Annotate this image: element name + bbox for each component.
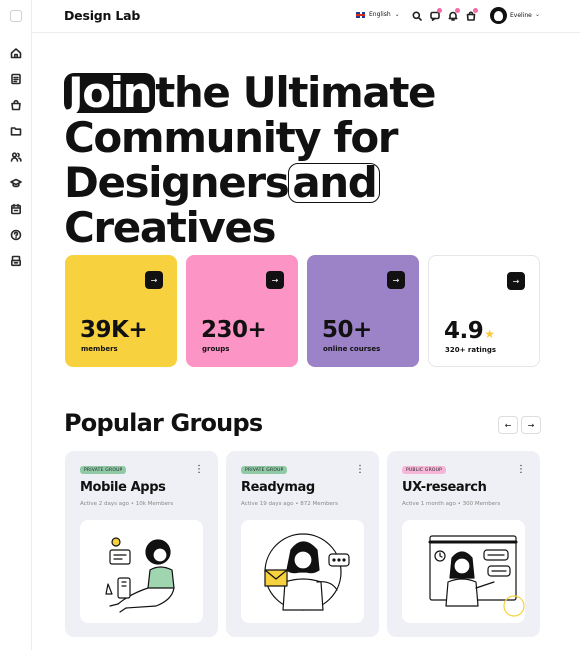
home-icon[interactable]	[9, 46, 23, 60]
person-at-screen-illustration	[428, 535, 525, 617]
hero-line-3: Designersand	[64, 160, 435, 205]
calendar-icon[interactable]	[9, 202, 23, 216]
stat-value: 4.9★	[444, 318, 495, 344]
document-icon[interactable]	[9, 72, 23, 86]
sidebar	[0, 0, 32, 650]
group-title[interactable]: Mobile Apps	[80, 480, 166, 495]
stat-value: 50+	[322, 317, 372, 343]
hero-line-4: Creatives	[64, 203, 277, 252]
notification-dot	[437, 8, 442, 13]
hero-highlight-and: and	[288, 162, 381, 204]
archive-icon[interactable]	[9, 254, 23, 268]
notification-dot	[473, 8, 478, 13]
chat-icon[interactable]	[429, 8, 442, 22]
top-header: Design Lab English ⌄ Eveline ⌄	[32, 0, 580, 33]
group-meta: Active 2 days ago • 10k Members	[80, 501, 174, 507]
chevron-down-icon[interactable]: ⌄	[535, 11, 540, 18]
notification-dot	[455, 8, 460, 13]
previous-button[interactable]: ←	[498, 416, 518, 434]
hero-line-2: Community for	[64, 113, 399, 162]
user-name[interactable]: Eveline	[510, 12, 532, 19]
language-selector[interactable]: English ⌄	[356, 11, 400, 18]
graduation-cap-icon[interactable]	[9, 176, 23, 190]
bag-icon[interactable]	[9, 98, 23, 112]
stat-card-courses[interactable]: → 50+ online courses	[307, 255, 419, 367]
group-badge: PRIVATE GROUP	[80, 466, 127, 474]
chevron-down-icon: ⌄	[394, 11, 400, 18]
group-badge: PUBLIC GROUP	[402, 466, 447, 474]
stat-label: members	[81, 345, 118, 353]
group-card-ux-research[interactable]: PUBLIC GROUP ⋮ UX-research Active 1 mont…	[387, 451, 540, 637]
group-badge: PRIVATE GROUP	[241, 466, 288, 474]
language-label: English	[369, 11, 391, 18]
cart-bag-icon[interactable]	[465, 8, 478, 22]
star-icon: ★	[484, 327, 495, 341]
group-illustration	[402, 520, 525, 623]
group-card-readymag[interactable]: PRIVATE GROUP ⋮ Readymag Active 19 days …	[226, 451, 379, 637]
stat-value: 39K+	[80, 317, 148, 343]
group-meta: Active 19 days ago • 872 Members	[241, 501, 338, 507]
stat-label: groups	[202, 345, 230, 353]
arrow-right-icon[interactable]: →	[266, 271, 284, 289]
group-title[interactable]: UX-research	[402, 480, 487, 495]
hero-line-1: Jointhe Ultimate	[64, 68, 437, 117]
avatar[interactable]	[490, 7, 507, 24]
stat-card-ratings[interactable]: → 4.9★ 320+ ratings	[428, 255, 540, 367]
hero-line-1-rest: the Ultimate	[155, 68, 436, 117]
help-icon[interactable]	[9, 228, 23, 242]
group-illustration	[241, 520, 364, 623]
arrow-right-icon: →	[527, 420, 535, 430]
hero-line-3-start: Designers	[64, 158, 290, 207]
logo-icon	[10, 10, 22, 22]
stat-card-groups[interactable]: → 230+ groups	[186, 255, 298, 367]
group-illustration	[80, 520, 203, 623]
stat-value: 230+	[201, 317, 267, 343]
stat-card-members[interactable]: → 39K+ members	[65, 255, 177, 367]
stat-label: 320+ ratings	[445, 346, 496, 354]
folder-icon[interactable]	[9, 124, 23, 138]
arrow-right-icon[interactable]: →	[387, 271, 405, 289]
more-options-icon[interactable]: ⋮	[194, 465, 204, 475]
arrow-left-icon: ←	[504, 420, 512, 430]
uk-flag-icon	[356, 11, 365, 18]
hero-heading: Jointhe Ultimate Community for Designers…	[64, 68, 437, 252]
more-options-icon[interactable]: ⋮	[516, 465, 526, 475]
users-icon[interactable]	[9, 150, 23, 164]
person-with-envelope-illustration	[264, 533, 350, 611]
search-icon[interactable]	[411, 10, 423, 22]
hero-highlight-join: Join	[64, 72, 156, 114]
more-options-icon[interactable]: ⋮	[355, 465, 365, 475]
section-title: Popular Groups	[64, 409, 263, 437]
rating-value: 4.9	[444, 318, 484, 344]
next-button[interactable]: →	[521, 416, 541, 434]
stat-label: online courses	[323, 345, 381, 353]
arrow-right-icon[interactable]: →	[507, 272, 525, 290]
group-card-mobile-apps[interactable]: PRIVATE GROUP ⋮ Mobile Apps Active 2 day…	[65, 451, 218, 637]
bell-icon[interactable]	[447, 8, 460, 22]
arrow-right-icon[interactable]: →	[145, 271, 163, 289]
group-title[interactable]: Readymag	[241, 480, 315, 495]
group-meta: Active 1 month ago • 300 Members	[402, 501, 501, 507]
brand-name[interactable]: Design Lab	[64, 8, 140, 23]
person-with-phone-illustration	[105, 537, 175, 613]
